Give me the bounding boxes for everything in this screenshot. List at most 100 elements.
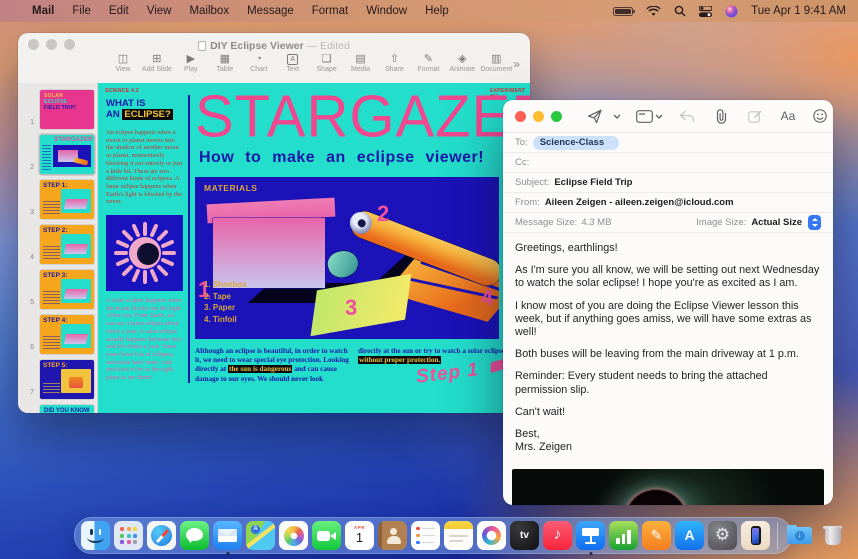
dock-keynote-icon[interactable]	[576, 521, 605, 550]
menu-window[interactable]: Window	[366, 5, 407, 17]
toolbar-share-button[interactable]: ⇧Share	[378, 53, 412, 73]
dock-music-icon[interactable]: ♪	[543, 521, 572, 550]
toolbar-animate-button[interactable]: ◈Animate	[445, 53, 479, 73]
toolbar-chart-button[interactable]: ◔Chart	[242, 53, 276, 73]
emoji-button[interactable]	[804, 105, 833, 127]
dock-pages-icon[interactable]: ✎	[642, 521, 671, 550]
from-label: From:	[515, 197, 540, 208]
send-options-chevron-icon[interactable]	[608, 105, 626, 127]
toolbar-add-slide-button[interactable]: ⊞Add Slide	[140, 53, 174, 73]
slide-warning-paragraph-left: Although an eclipse is beautiful, in ord…	[195, 347, 349, 384]
slide-canvas[interactable]: SCIENCE 4.2 EXPERIMENT #11 WHAT IS AN EC…	[98, 83, 530, 413]
dock-photos-icon[interactable]	[279, 521, 308, 550]
dock: AAPR1tv♪✎A⚙↓	[74, 517, 792, 554]
format-text-button[interactable]: Aa	[772, 105, 804, 127]
siri-icon[interactable]	[725, 5, 738, 18]
toolbar-format-button[interactable]: ✎Format	[411, 53, 445, 73]
toolbar-document-button[interactable]: ▥Document	[479, 53, 513, 73]
eclipse-photo-attachment[interactable]	[512, 469, 824, 505]
minimize-button[interactable]	[533, 111, 544, 122]
dock-mail-icon[interactable]	[213, 521, 242, 550]
image-size-select[interactable]	[808, 215, 821, 230]
menu-edit[interactable]: Edit	[109, 5, 129, 17]
compose-format-icon[interactable]	[738, 105, 772, 127]
dock-settings-icon[interactable]: ⚙	[708, 521, 737, 550]
toolbar-table-button[interactable]: ▦Table	[208, 53, 242, 73]
menu-bar-clock[interactable]: Tue Apr 1 9:41 AM	[751, 5, 846, 17]
slide-thumbnail-6[interactable]: STEP 4:	[40, 315, 94, 354]
dock-appstore-icon[interactable]: A	[675, 521, 704, 550]
window-title: DIY Eclipse Viewer — Edited	[18, 40, 530, 52]
slide-thumbnail-5[interactable]: STEP 3:	[40, 270, 94, 309]
mail-toolbar: Aa »	[503, 100, 833, 133]
dock-iphone-icon[interactable]	[741, 521, 770, 550]
header-fields-button[interactable]	[634, 105, 664, 127]
add-slide-icon: ⊞	[152, 53, 161, 65]
reply-button[interactable]	[670, 105, 704, 127]
slide-thumbnail-2[interactable]: STARGAZER	[40, 135, 94, 174]
send-button[interactable]	[582, 105, 608, 127]
dock-downloads-icon[interactable]: ↓	[785, 521, 814, 550]
dock-facetime-icon[interactable]	[312, 521, 341, 550]
from-field[interactable]: From: Aileen Zeigen - aileen.zeigen@iclo…	[503, 193, 833, 213]
spotlight-search-icon[interactable]	[674, 5, 686, 17]
to-field[interactable]: To: Science-Class	[503, 133, 833, 153]
to-label: To:	[515, 137, 528, 148]
cc-field[interactable]: Cc:	[503, 153, 833, 173]
attach-paperclip-icon[interactable]	[704, 105, 738, 127]
menu-view[interactable]: View	[147, 5, 172, 17]
image-size-label: Image Size:	[696, 217, 746, 228]
menu-mail[interactable]: Mail	[32, 5, 54, 17]
dock-launchpad-icon[interactable]	[114, 521, 143, 550]
control-center-icon[interactable]	[699, 6, 712, 17]
dock-messages-icon[interactable]	[180, 521, 209, 550]
battery-icon[interactable]	[613, 7, 633, 16]
slide-thumbnail-row-6: 6STEP 4:	[18, 312, 97, 357]
slide-thumbnail-4[interactable]: STEP 2:	[40, 225, 94, 264]
dock-reminders-icon[interactable]	[411, 521, 440, 550]
close-button[interactable]	[515, 111, 526, 122]
dock-safari-icon[interactable]	[147, 521, 176, 550]
slide-number: 2	[22, 164, 34, 171]
menu-message[interactable]: Message	[247, 5, 294, 17]
animate-icon: ◈	[458, 53, 466, 65]
slide-thumbnail-3[interactable]: STEP 1:	[40, 180, 94, 219]
slide-thumbnail-row-1: 1SOLARECLIPSEFIELD TRIP!	[18, 87, 97, 132]
slide-number: 7	[22, 389, 34, 396]
dock-tv-icon[interactable]: tv	[510, 521, 539, 550]
zoom-button[interactable]	[551, 111, 562, 122]
image-size-value: Actual Size	[751, 217, 802, 228]
toolbar-media-button[interactable]: ▤Media	[344, 53, 378, 73]
menu-help[interactable]: Help	[425, 5, 449, 17]
toolbar-view-button[interactable]: ◫View	[106, 53, 140, 73]
menu-file[interactable]: File	[72, 5, 91, 17]
toolbar-text-button[interactable]: AText	[276, 53, 310, 73]
message-body[interactable]: Greetings, earthlings! As I'm sure you a…	[503, 233, 833, 467]
slide-thumbnail-1[interactable]: SOLARECLIPSEFIELD TRIP!	[40, 90, 94, 129]
slide-thumbnail-8[interactable]: DID YOU KNOW	[40, 405, 94, 413]
dock-notes-icon[interactable]	[444, 521, 473, 550]
message-size-row: Message Size: 4.3 MB Image Size: Actual …	[503, 213, 833, 233]
menu-format[interactable]: Format	[312, 5, 348, 17]
play-icon: ▶	[187, 53, 195, 65]
menu-mailbox[interactable]: Mailbox	[189, 5, 229, 17]
toolbar-play-button[interactable]: ▶Play	[174, 53, 208, 73]
slide-thumbnail-7[interactable]: STEP 5:	[40, 360, 94, 399]
dock-numbers-icon[interactable]	[609, 521, 638, 550]
dock-maps-icon[interactable]: A	[246, 521, 275, 550]
toolbar-shape-button[interactable]: ❑Shape	[310, 53, 344, 73]
keynote-toolbar: ◫View⊞Add Slide▶Play▦Table◔ChartAText❑Sh…	[18, 50, 530, 83]
subject-field[interactable]: Subject: Eclipse Field Trip	[503, 173, 833, 193]
dock-freeform-icon[interactable]	[477, 521, 506, 550]
more-toolbar-items-chevron[interactable]: »	[513, 53, 520, 71]
dock-finder-icon[interactable]	[81, 521, 110, 550]
slide-title: STARGAZER	[195, 83, 530, 151]
slide-thumbnail-row-2: 2 STARGAZER	[18, 132, 97, 177]
recipient-token[interactable]: Science-Class	[533, 136, 619, 150]
dock-trash-icon[interactable]	[818, 521, 847, 550]
dock-contacts-icon[interactable]	[378, 521, 407, 550]
document-proxy-icon	[198, 41, 206, 51]
slide-thumbnail-row-4: 4STEP 2:	[18, 222, 97, 267]
dock-calendar-icon[interactable]: APR1	[345, 521, 374, 550]
wifi-icon[interactable]	[646, 6, 661, 17]
